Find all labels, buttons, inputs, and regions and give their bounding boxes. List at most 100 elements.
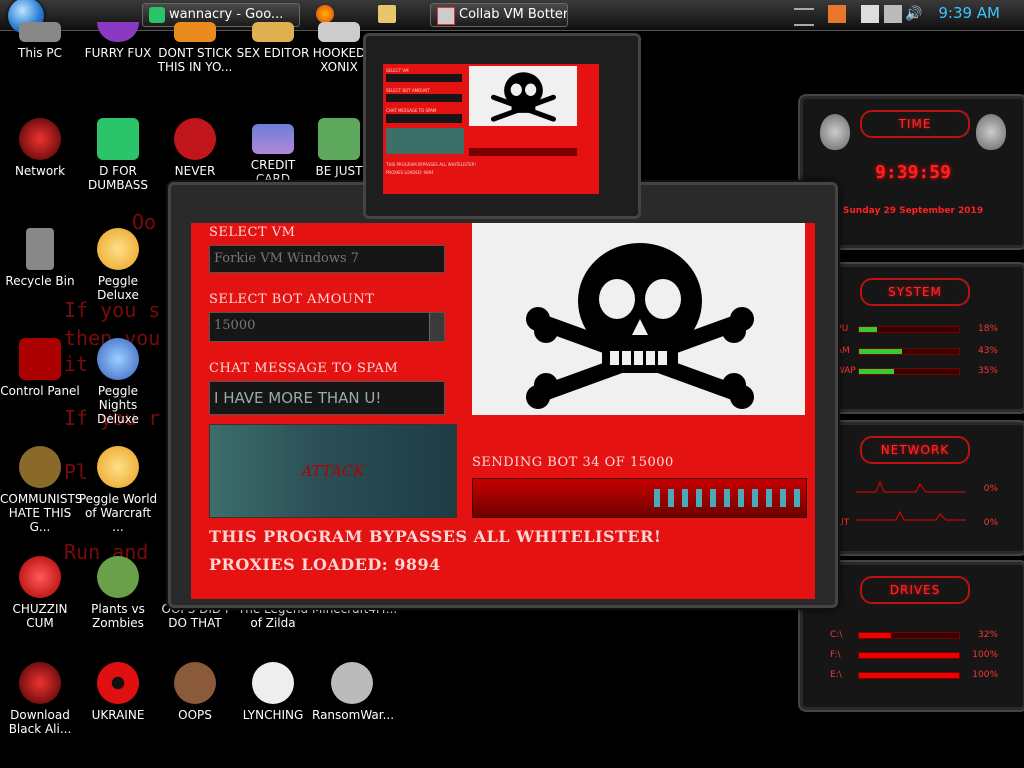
network-graph <box>856 480 966 521</box>
stepper-icon[interactable] <box>429 313 444 341</box>
volume-icon[interactable]: 🔊 <box>905 5 923 23</box>
bot-amount-label: SELECT BOT AMOUNT <box>209 292 375 307</box>
row-value: 100% <box>972 650 998 660</box>
alien-head-icon <box>820 114 850 150</box>
desktop-icon-plants-vs-zombies[interactable]: Plants vs Zombies <box>78 556 158 630</box>
santa-icon <box>318 118 360 160</box>
drive-e-bar <box>858 672 960 679</box>
desktop-icon-download-black-ali[interactable]: Download Black Ali... <box>0 662 80 736</box>
icon-label: LYNCHING <box>242 708 304 722</box>
peggle-nights-icon <box>97 338 139 380</box>
proxies-text: PROXIES LOADED: 9894 <box>209 555 441 574</box>
row-label: C:\ <box>830 630 843 640</box>
app-panel: SELECT VM Forkie VM Windows 7 SELECT BOT… <box>191 223 815 599</box>
icon-label: Control Panel <box>0 384 80 398</box>
flag-icon[interactable] <box>861 5 879 23</box>
cpu-bar <box>858 326 960 333</box>
attack-button[interactable]: ATTACK <box>209 424 457 518</box>
icon-label: OOPS <box>178 708 212 722</box>
icon-label: DONT STICK THIS IN YO... <box>157 46 233 74</box>
desktop-icon-sex-editor[interactable]: SEX EDITOR <box>233 22 313 60</box>
desktop-icon-never-used[interactable]: NEVER USED! <box>155 118 235 192</box>
chat-message-field[interactable]: I HAVE MORE THAN U! <box>209 381 445 415</box>
row-label: E:\ <box>830 670 842 680</box>
taskbar-button-label: Collab VM Botter <box>459 7 568 22</box>
desktop-icon-d-for-dumbass[interactable]: D FOR DUMBASS <box>78 118 158 192</box>
app-icon <box>437 7 455 25</box>
peggle-icon <box>97 228 139 270</box>
taskbar-button-botter[interactable]: Collab VM Botter <box>430 3 568 27</box>
preview-field <box>386 74 462 82</box>
bot-amount-field[interactable]: 15000 <box>209 312 445 342</box>
preview-attack-button <box>386 128 464 154</box>
recycle-bin-icon <box>26 228 54 270</box>
row-value: 0% <box>983 518 998 528</box>
system-gadget-title: SYSTEM <box>860 278 970 306</box>
skull-crossbones-icon <box>526 243 754 409</box>
firefox-icon[interactable] <box>316 5 334 23</box>
icon-label: This PC <box>18 46 62 60</box>
network-status-icon[interactable] <box>884 5 902 23</box>
desktop-icon-hooked-xonix[interactable]: HOOKED XONIX <box>312 22 366 74</box>
desktop-icon-dont-stick[interactable]: DONT STICK THIS IN YO... <box>155 22 235 74</box>
icon-label: UKRAINE <box>91 708 145 722</box>
bypass-text: THIS PROGRAM BYPASSES ALL WHITELISTER! <box>209 527 662 546</box>
preview-field <box>386 114 462 123</box>
icon-label: Download Black Ali... <box>8 708 72 736</box>
desktop-icon-chuzzin-cum[interactable]: CHUZZIN CUM <box>0 556 80 630</box>
money-bag-icon <box>19 446 61 488</box>
portrait-icon <box>174 662 216 704</box>
notepad-icon <box>149 7 165 23</box>
row-value: 100% <box>972 670 998 680</box>
update-icon[interactable] <box>828 5 846 23</box>
keyboard-icon[interactable] <box>794 8 814 26</box>
drive-c-bar <box>858 632 960 639</box>
collab-vm-botter-window[interactable]: SELECT VM Forkie VM Windows 7 SELECT BOT… <box>168 182 838 608</box>
preview-select-vm-label: SELECT VM <box>386 68 409 73</box>
desktop-icon-peggle-nights[interactable]: Peggle Nights Deluxe <box>78 338 158 426</box>
preview-field <box>386 94 462 102</box>
row-value: 35% <box>977 366 998 376</box>
desktop-icon-control-panel[interactable]: Control Panel <box>0 338 80 398</box>
desktop-icon-communists[interactable]: COMMUNISTS HATE THIS G... <box>0 446 82 534</box>
desktop-icon-this-pc[interactable]: This PC <box>0 22 80 60</box>
icon-label: FURRY FUX <box>84 46 152 60</box>
vlc-icon <box>174 22 216 42</box>
icon-label: Plants vs Zombies <box>91 602 145 630</box>
noose-icon <box>252 662 294 704</box>
desktop-icon-ukraine[interactable]: UKRAINE <box>78 662 158 722</box>
alien-network-icon <box>19 118 61 160</box>
preview-bot-amount-label: SELECT BOT AMOUNT <box>386 88 430 93</box>
firefox-icon <box>97 22 139 42</box>
folder-icon[interactable] <box>378 5 396 23</box>
desktop-icon-furry-fux[interactable]: FURRY FUX <box>78 22 158 60</box>
icon-label: BE JUST <box>315 164 363 178</box>
icon-label: Network <box>14 164 66 178</box>
desktop-icon-oops[interactable]: OOPS <box>155 662 235 722</box>
desktop-icon-network[interactable]: Network <box>0 118 80 178</box>
preview-window[interactable]: SELECT VM SELECT BOT AMOUNT CHAT MESSAGE… <box>363 33 641 219</box>
progress-fill <box>646 489 806 507</box>
devcpp-icon <box>174 118 216 160</box>
row-value: 0% <box>983 484 998 494</box>
desktop-icon-peggle-wow[interactable]: Peggle World of Warcraft ... <box>78 446 158 534</box>
desktop-icon-ransomware[interactable]: RansomWar... <box>312 662 395 722</box>
credit-card-icon <box>252 124 294 154</box>
computer-icon <box>19 22 61 42</box>
icon-label: Peggle Deluxe <box>97 274 139 302</box>
progress-label: SENDING BOT 34 OF 15000 <box>472 455 674 470</box>
select-vm-field[interactable]: Forkie VM Windows 7 <box>209 245 445 273</box>
desktop-icon-peggle-deluxe[interactable]: Peggle Deluxe <box>78 228 158 302</box>
icon-label: RansomWar... <box>312 708 395 722</box>
icon-label: Recycle Bin <box>5 274 75 288</box>
taskbar-clock[interactable]: 9:39 AM <box>938 4 1000 22</box>
ram-bar <box>858 348 960 355</box>
preview-chat-label: CHAT MESSAGE TO SPAM <box>386 108 437 113</box>
desktop-icon-recycle-bin[interactable]: Recycle Bin <box>0 228 80 288</box>
icon-label: CHUZZIN CUM <box>12 602 68 630</box>
desktop-icon-be-just[interactable]: BE JUST <box>312 118 366 178</box>
d-logo-icon <box>97 118 139 160</box>
editor-icon <box>252 22 294 42</box>
desktop-icon-credit-card[interactable]: CREDIT CARD <box>233 118 313 186</box>
desktop-icon-lynching[interactable]: LYNCHING <box>233 662 313 722</box>
